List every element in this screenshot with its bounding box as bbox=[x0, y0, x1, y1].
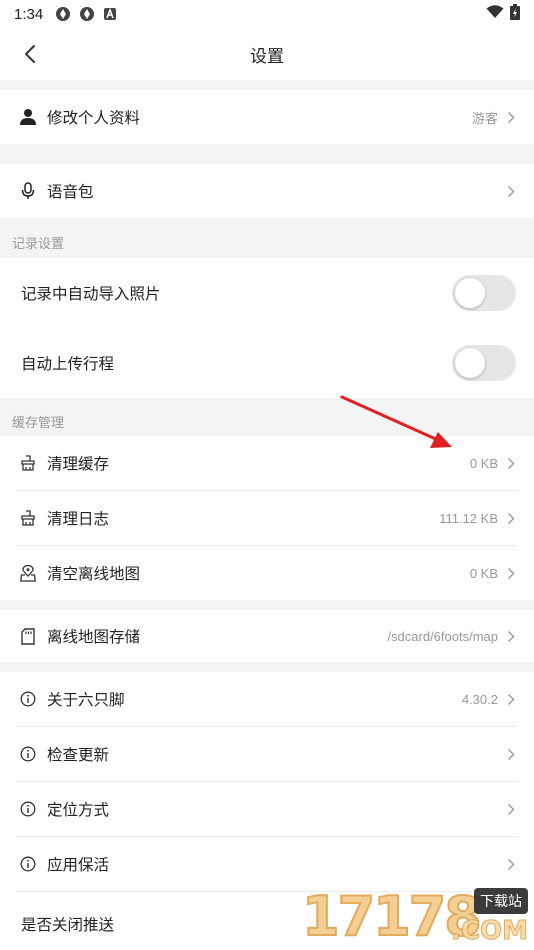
back-arrow-icon bbox=[25, 45, 35, 63]
auto-import-photos-label: 记录中自动导入照片 bbox=[21, 286, 161, 303]
clear-log-value: 111.12 KB bbox=[439, 510, 498, 526]
info-icon bbox=[18, 689, 38, 709]
info-icon bbox=[18, 744, 38, 764]
chevron-right-icon bbox=[506, 747, 516, 761]
voice-group: 语音包 bbox=[0, 164, 534, 218]
clear-offline-map-row[interactable]: 清空离线地图 0 KB bbox=[0, 546, 534, 600]
profile-value: 游客 bbox=[471, 110, 498, 126]
font-notification-icon bbox=[103, 7, 117, 21]
page-title: 设置 bbox=[250, 46, 284, 66]
wifi-icon bbox=[486, 5, 504, 23]
offline-map-storage-row[interactable]: 离线地图存储 /sdcard/6foots/map bbox=[0, 610, 534, 662]
chevron-right-icon bbox=[506, 802, 516, 816]
app-notification-icon-2 bbox=[79, 6, 95, 22]
voice-pack-label: 语音包 bbox=[47, 184, 94, 201]
site-watermark: 17178 .COM 下载站 bbox=[301, 884, 532, 949]
auto-upload-track-label: 自动上传行程 bbox=[21, 356, 115, 373]
auto-upload-track-toggle[interactable] bbox=[452, 345, 516, 381]
app-version: 4.30.2 bbox=[461, 691, 498, 707]
chevron-right-icon bbox=[506, 566, 516, 580]
clear-log-row[interactable]: 清理日志 111.12 KB bbox=[0, 491, 534, 545]
app-header: 设置 bbox=[0, 28, 534, 80]
chevron-right-icon bbox=[506, 110, 516, 124]
keep-alive-row[interactable]: 应用保活 bbox=[0, 837, 534, 891]
map-pin-icon bbox=[18, 563, 38, 583]
app-notification-icon bbox=[55, 6, 71, 22]
clear-offline-map-value: 0 KB bbox=[469, 565, 498, 581]
auto-import-photos-row: 记录中自动导入照片 bbox=[0, 258, 534, 328]
edit-profile-row[interactable]: 修改个人资料 游客 bbox=[0, 90, 534, 144]
chevron-right-icon bbox=[506, 857, 516, 871]
about-label: 关于六只脚 bbox=[47, 692, 125, 709]
record-settings-header: 记录设置 bbox=[0, 218, 534, 258]
cache-group: 清理缓存 0 KB 清理日志 111.12 KB 清空离线地图 0 KB bbox=[0, 436, 534, 600]
clear-cache-row[interactable]: 清理缓存 0 KB bbox=[0, 436, 534, 490]
disable-push-label: 是否关闭推送 bbox=[21, 917, 115, 934]
profile-group: 修改个人资料 游客 bbox=[0, 90, 534, 144]
offline-map-storage-label: 离线地图存储 bbox=[47, 629, 141, 646]
location-mode-label: 定位方式 bbox=[47, 802, 110, 819]
storage-group: 离线地图存储 /sdcard/6foots/map bbox=[0, 610, 534, 662]
battery-icon bbox=[510, 4, 520, 24]
clear-cache-value: 0 KB bbox=[469, 455, 498, 471]
sd-card-icon bbox=[18, 626, 38, 646]
edit-profile-label: 修改个人资料 bbox=[47, 110, 141, 127]
user-icon bbox=[18, 107, 38, 127]
broom-icon bbox=[18, 453, 38, 473]
clear-log-label: 清理日志 bbox=[47, 511, 110, 528]
chevron-right-icon bbox=[506, 629, 516, 643]
chevron-right-icon bbox=[506, 184, 516, 198]
watermark-suffix: .COM bbox=[451, 916, 529, 947]
voice-pack-row[interactable]: 语音包 bbox=[0, 164, 534, 218]
about-row[interactable]: 关于六只脚 4.30.2 bbox=[0, 672, 534, 726]
keep-alive-label: 应用保活 bbox=[47, 857, 110, 874]
status-time: 1:34 bbox=[14, 5, 44, 23]
auto-upload-track-row: 自动上传行程 bbox=[0, 328, 534, 398]
check-update-row[interactable]: 检查更新 bbox=[0, 727, 534, 781]
location-mode-row[interactable]: 定位方式 bbox=[0, 782, 534, 836]
check-update-label: 检查更新 bbox=[47, 747, 110, 764]
watermark-badge: 下载站 bbox=[474, 888, 528, 914]
info-icon bbox=[18, 854, 38, 874]
clear-offline-map-label: 清空离线地图 bbox=[47, 566, 141, 583]
status-bar: 1:34 bbox=[0, 0, 534, 28]
broom-icon bbox=[18, 508, 38, 528]
cache-management-header: 缓存管理 bbox=[0, 398, 534, 436]
clear-cache-label: 清理缓存 bbox=[47, 456, 110, 473]
chevron-right-icon bbox=[506, 692, 516, 706]
record-settings-group: 记录中自动导入照片 自动上传行程 bbox=[0, 258, 534, 398]
auto-import-photos-toggle[interactable] bbox=[452, 275, 516, 311]
offline-map-storage-path: /sdcard/6foots/map bbox=[387, 628, 498, 644]
chevron-right-icon bbox=[506, 511, 516, 525]
chevron-right-icon bbox=[506, 456, 516, 470]
back-button[interactable] bbox=[18, 42, 42, 66]
info-icon bbox=[18, 799, 38, 819]
microphone-icon bbox=[18, 181, 38, 201]
